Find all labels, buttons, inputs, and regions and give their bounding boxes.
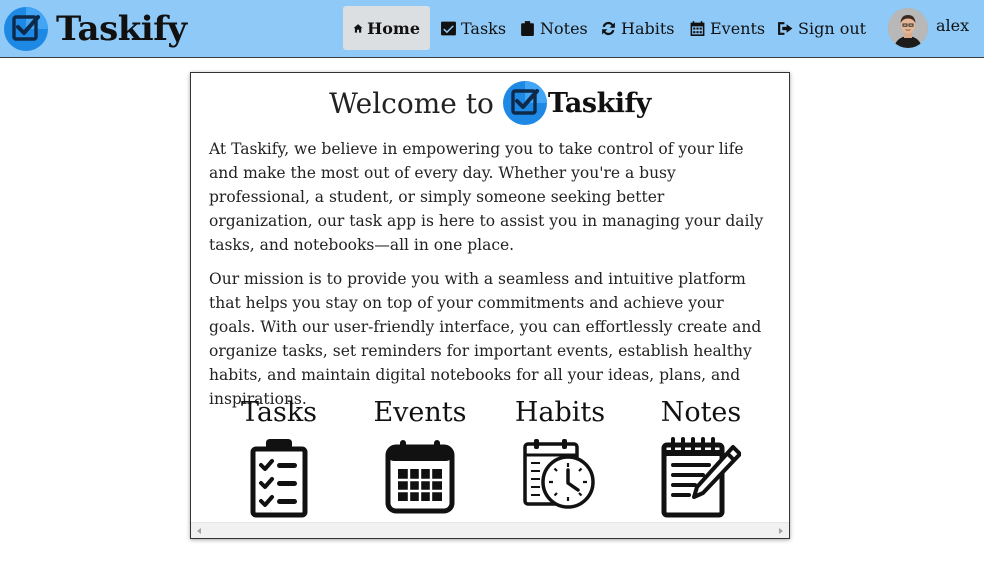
nav-events[interactable]: Events	[689, 6, 765, 50]
intro-paragraph: At Taskify, we believe in empowering you…	[209, 140, 764, 254]
calendar-grid-icon	[385, 440, 455, 514]
nav-notes-label: Notes	[540, 18, 588, 38]
feature-events[interactable]: Events	[350, 395, 490, 515]
feature-habits[interactable]: Habits	[490, 395, 630, 509]
refresh-icon	[602, 21, 615, 35]
nav-home-label: Home	[367, 18, 420, 38]
username[interactable]: alex	[936, 16, 969, 35]
mission-paragraph: Our mission is to provide you with a sea…	[209, 270, 762, 408]
brand-link[interactable]: Taskify	[3, 5, 187, 53]
nav-sign-out-label: Sign out	[798, 18, 867, 38]
scroll-left-arrow-icon[interactable]	[191, 523, 207, 539]
brand-name: Taskify	[56, 9, 187, 49]
taskify-logo-icon	[502, 81, 547, 125]
feature-tasks[interactable]: Tasks	[209, 395, 349, 519]
top-navbar: Taskify Home Tasks Notes Habits Events S…	[0, 0, 984, 58]
nav-tasks-label: Tasks	[461, 18, 507, 38]
check-square-icon	[441, 21, 456, 35]
welcome-brand: Taskify	[547, 87, 651, 119]
feature-habits-title: Habits	[514, 397, 606, 428]
home-icon	[353, 23, 363, 33]
notepad-pen-icon	[661, 437, 741, 518]
clipboard-icon	[521, 20, 534, 36]
feature-notes-title: Notes	[660, 397, 742, 428]
feature-notes[interactable]: Notes	[631, 395, 771, 519]
welcome-card: Welcome to Taskify At Taskify, we believ…	[190, 72, 790, 539]
feature-tasks-title: Tasks	[240, 397, 318, 428]
feature-events-title: Events	[373, 397, 467, 428]
horizontal-scrollbar[interactable]	[191, 522, 789, 538]
nav-habits-label: Habits	[621, 18, 675, 38]
nav-habits[interactable]: Habits	[600, 6, 675, 50]
nav-sign-out[interactable]: Sign out	[777, 6, 866, 50]
nav-tasks[interactable]: Tasks	[440, 6, 506, 50]
welcome-title-prefix: Welcome to	[329, 86, 494, 120]
welcome-heading: Welcome to Taskify	[191, 79, 789, 127]
user-avatar[interactable]	[888, 8, 928, 48]
nav-events-label: Events	[710, 18, 766, 38]
user-photo-icon	[888, 8, 928, 48]
nav-home[interactable]: Home	[343, 6, 430, 50]
taskify-logo-icon	[4, 7, 48, 51]
calendar-icon	[690, 20, 705, 36]
task-checklist-icon	[250, 439, 308, 518]
habit-calendar-clock-icon	[523, 439, 595, 509]
sign-out-icon	[778, 21, 793, 35]
scroll-right-arrow-icon[interactable]	[773, 523, 789, 539]
nav-notes[interactable]: Notes	[519, 6, 588, 50]
